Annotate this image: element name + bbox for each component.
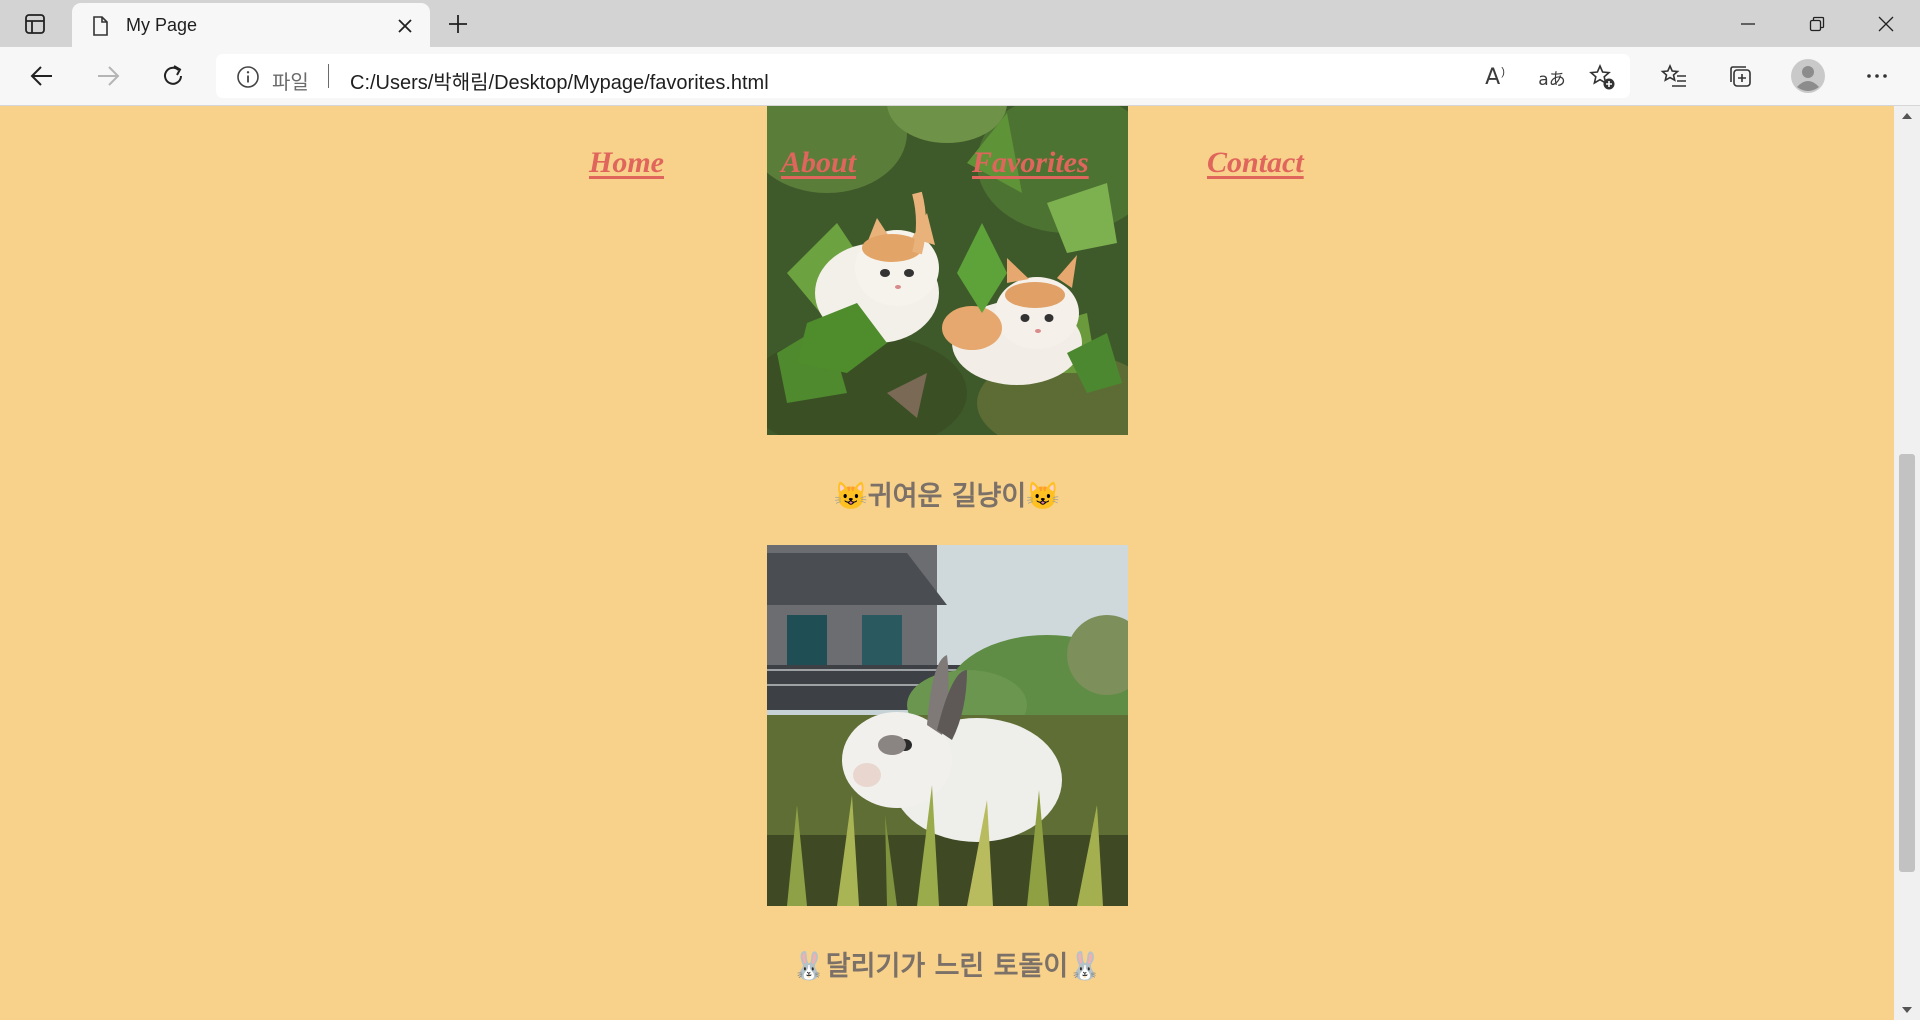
tab-close-button[interactable] (394, 15, 416, 37)
rabbit-photo (767, 545, 1128, 906)
star-plus-icon (1589, 63, 1615, 90)
refresh-icon (164, 65, 182, 85)
nav-link-home[interactable]: Home (589, 146, 664, 180)
page-viewport: 😺귀여운 길냥이😺 🐰달리기가 느린 토돌이🐰 Home About Favor… (0, 106, 1894, 1020)
close-icon (398, 19, 412, 33)
back-icon (30, 66, 52, 86)
more-icon (1867, 74, 1887, 78)
translate-glyph: aあ (1538, 69, 1566, 90)
rabbit-caption: 🐰달리기가 느린 토돌이🐰 (792, 951, 1102, 982)
kitten-caption: 😺귀여운 길냥이😺 (834, 481, 1060, 512)
scroll-down-arrow[interactable] (1894, 1000, 1920, 1020)
close-window-button[interactable] (1852, 0, 1920, 47)
collections-button[interactable] (1720, 56, 1760, 96)
collections-icon (1730, 66, 1751, 87)
add-favorite-icon[interactable] (1588, 63, 1616, 91)
url-text[interactable]: C:/Users/박해림/Desktop/Mypage/favorites.ht… (350, 66, 769, 95)
scroll-up-arrow[interactable] (1894, 106, 1920, 126)
tab-actions-icon (25, 13, 45, 34)
more-button[interactable] (1857, 56, 1897, 96)
read-aloud-glyph: A (1485, 64, 1501, 90)
scroll-thumb[interactable] (1899, 454, 1915, 872)
read-aloud-icon[interactable]: A ) (1481, 63, 1509, 91)
minimize-icon (1741, 22, 1755, 25)
restore-icon (1809, 16, 1825, 31)
address-bar[interactable]: 파일 C:/Users/박해림/Desktop/Mypage/favorites… (216, 54, 1630, 98)
scroll-up-icon (1902, 113, 1912, 119)
translate-icon[interactable]: aあ (1535, 63, 1569, 91)
vertical-scrollbar[interactable] (1894, 106, 1920, 1020)
title-bar: My Page (0, 0, 1920, 47)
close-window-icon (1878, 16, 1894, 31)
scroll-down-icon (1902, 1007, 1912, 1013)
forward-button[interactable] (88, 56, 128, 96)
tab-actions-button[interactable] (12, 8, 58, 39)
new-tab-button[interactable] (440, 8, 476, 39)
url-scheme-label: 파일 (272, 72, 309, 94)
tab-title: My Page (126, 15, 198, 35)
back-button[interactable] (22, 56, 62, 96)
page-icon (93, 16, 108, 36)
minimize-button[interactable] (1714, 0, 1782, 47)
plus-icon (449, 14, 467, 33)
url-separator (328, 64, 329, 88)
nav-link-favorites[interactable]: Favorites (972, 146, 1089, 180)
active-tab[interactable]: My Page (72, 3, 430, 47)
favorites-button[interactable] (1654, 56, 1694, 96)
browser-toolbar: 파일 C:/Users/박해림/Desktop/Mypage/favorites… (0, 47, 1920, 106)
restore-button[interactable] (1783, 0, 1851, 47)
info-icon[interactable] (236, 65, 260, 89)
forward-icon (98, 66, 120, 86)
nav-link-contact[interactable]: Contact (1207, 146, 1304, 180)
profile-icon (1791, 59, 1825, 93)
profile-button[interactable] (1788, 56, 1828, 96)
nav-link-about[interactable]: About (781, 146, 856, 180)
refresh-button[interactable] (153, 56, 193, 96)
favorites-icon (1660, 64, 1686, 87)
